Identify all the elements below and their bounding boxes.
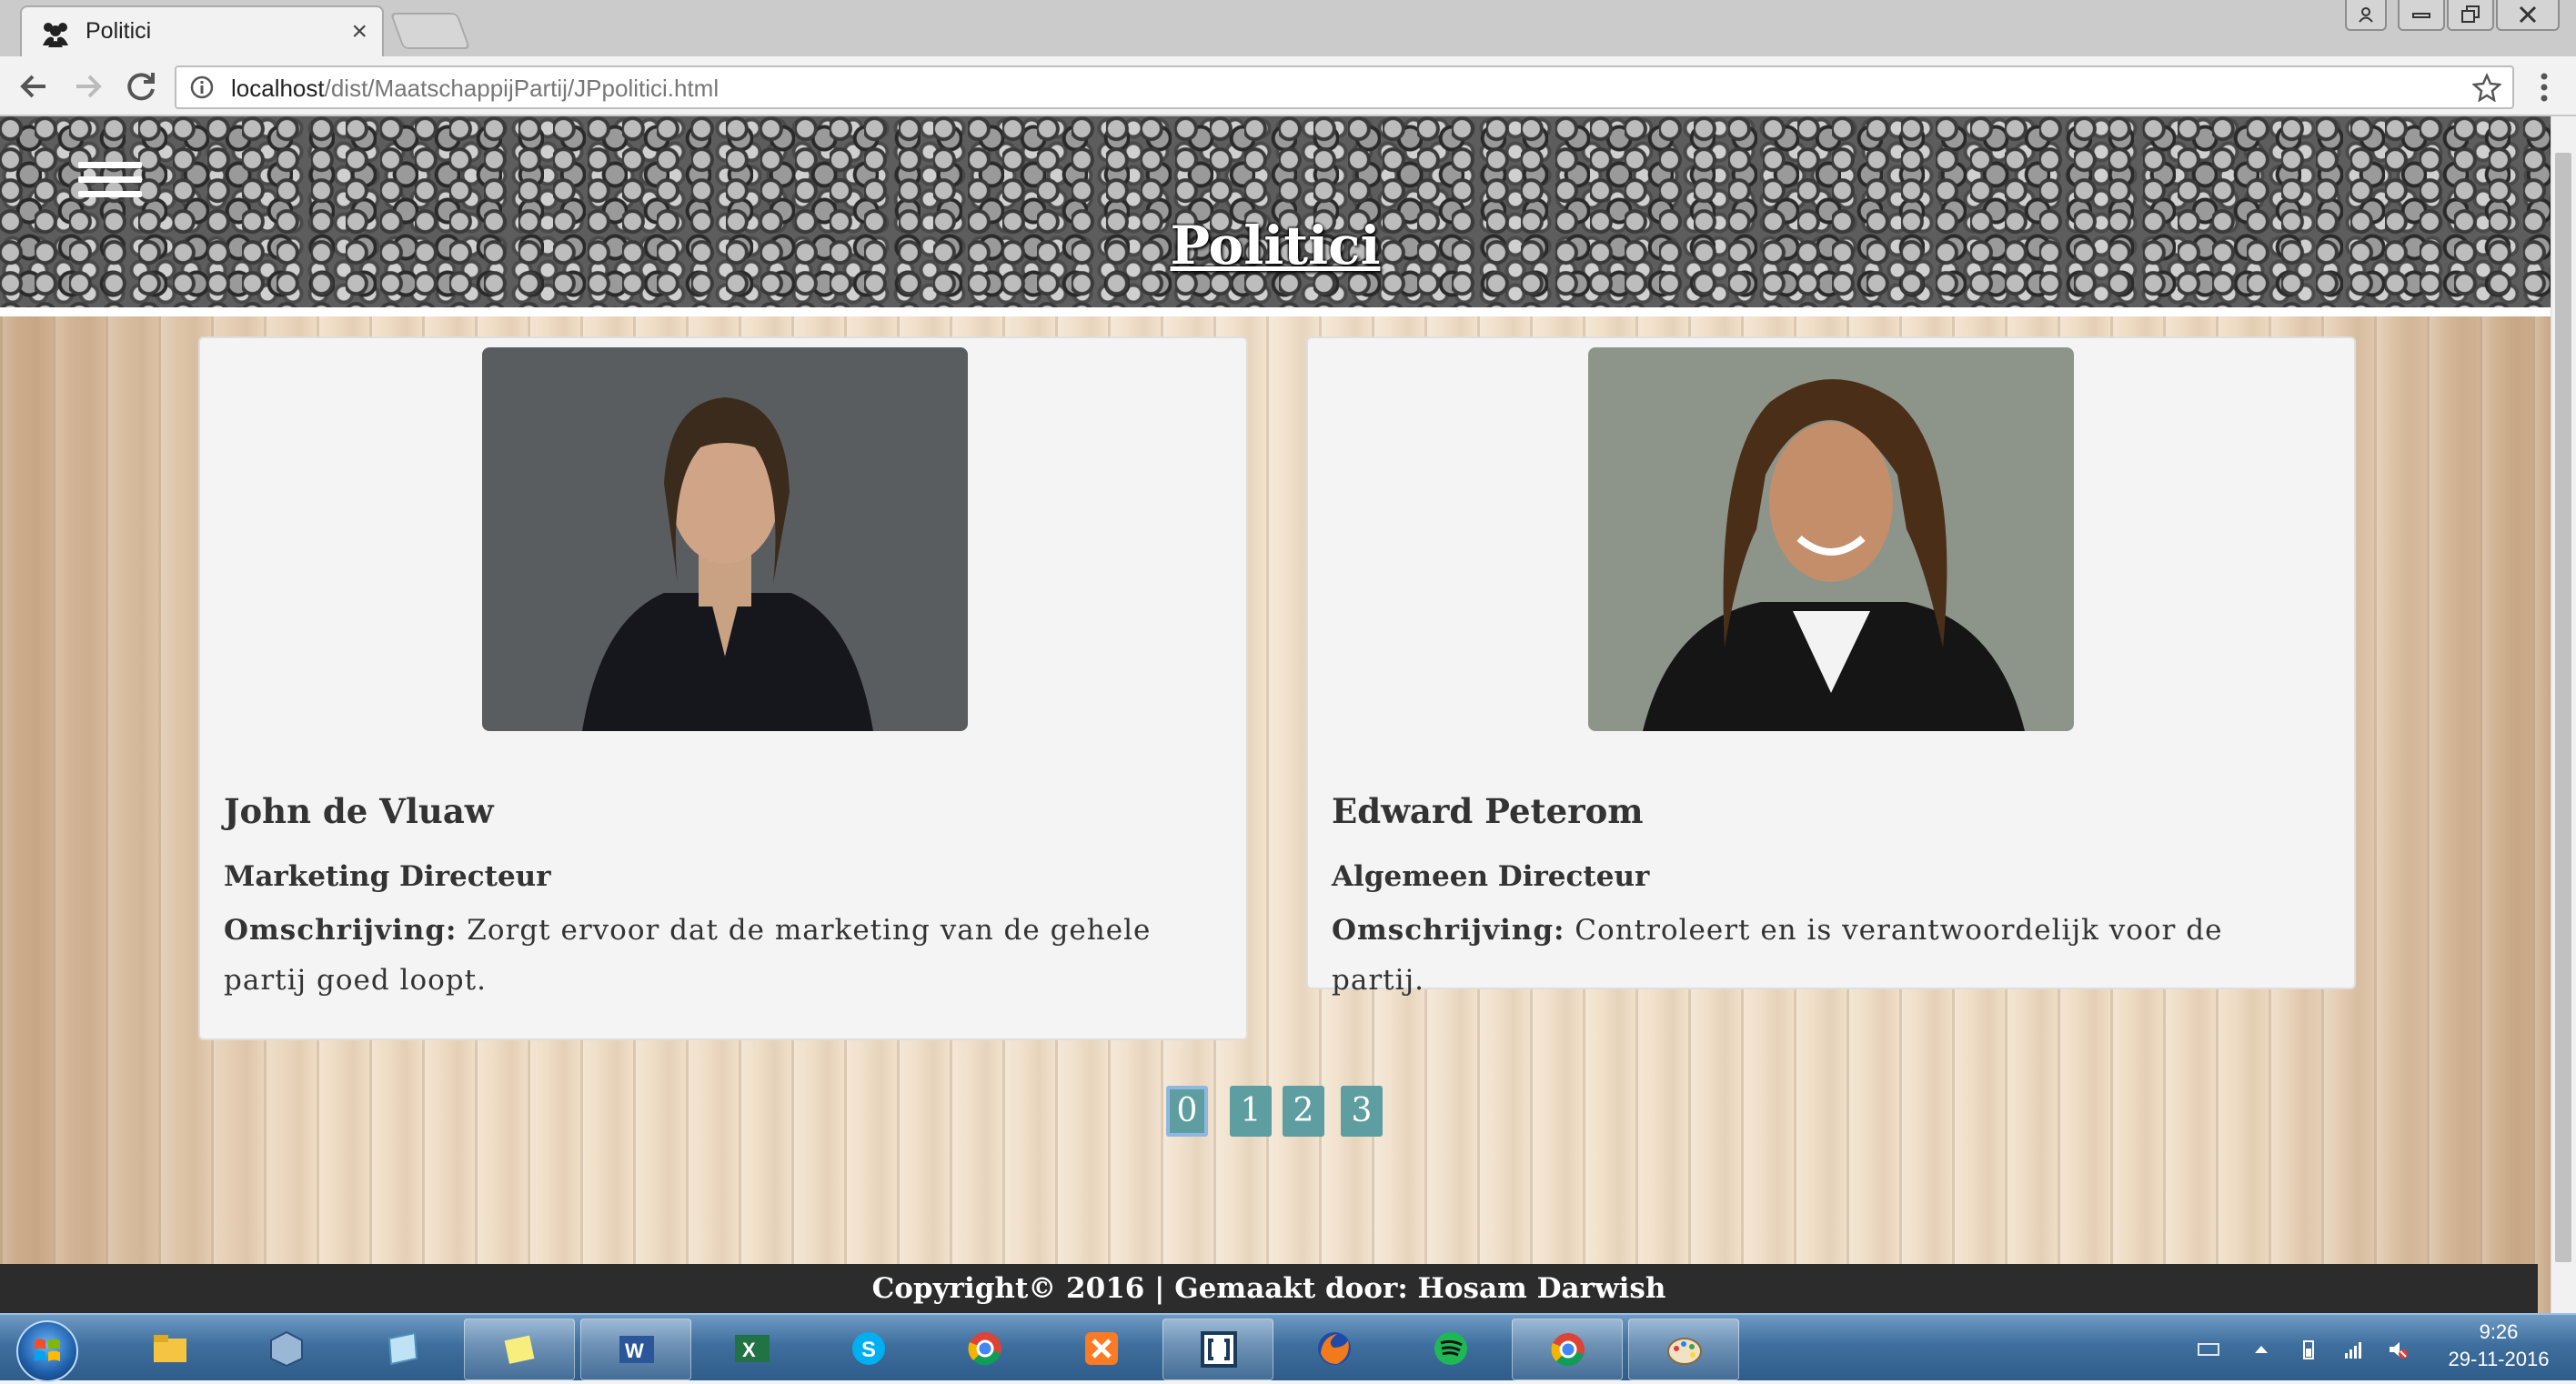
taskbar-word[interactable]: W bbox=[580, 1319, 691, 1380]
back-arrow-icon[interactable] bbox=[15, 67, 53, 105]
page-button-3[interactable]: 3 bbox=[1341, 1086, 1383, 1137]
sticky-notes-icon bbox=[504, 1335, 535, 1364]
forward-arrow-icon[interactable] bbox=[69, 67, 107, 105]
reload-icon[interactable] bbox=[122, 67, 160, 105]
politician-photo bbox=[1588, 347, 2074, 731]
page-footer: Copyright© 2016 | Gemaakt door: Hosam Da… bbox=[0, 1264, 2538, 1313]
show-hidden-icons-icon[interactable] bbox=[2250, 1339, 2272, 1360]
system-clock[interactable]: 9:26 29-11-2016 bbox=[2430, 1319, 2567, 1373]
minimize-icon bbox=[2412, 13, 2430, 18]
profile-button[interactable] bbox=[2345, 0, 2387, 31]
clock-date: 29-11-2016 bbox=[2448, 1348, 2550, 1370]
notepad-icon bbox=[387, 1331, 418, 1366]
browser-tab[interactable]: Politici × bbox=[20, 5, 384, 56]
politician-description: Omschrijving: Controleert en is verantwo… bbox=[1332, 906, 2323, 1006]
politician-name: Edward Peterom bbox=[1332, 791, 1644, 831]
user-icon bbox=[2359, 7, 2373, 23]
close-window-button[interactable] bbox=[2496, 0, 2560, 31]
bookmark-star-icon[interactable] bbox=[2472, 73, 2501, 102]
restore-button[interactable] bbox=[2447, 0, 2494, 31]
hamburger-menu-icon[interactable] bbox=[78, 162, 142, 206]
volume-muted-icon[interactable] bbox=[2387, 1339, 2409, 1360]
description-label: Omschrijving: bbox=[1332, 914, 1565, 947]
taskbar-explorer[interactable] bbox=[115, 1319, 224, 1379]
virtualbox-icon bbox=[270, 1330, 303, 1368]
politician-role: Algemeen Directeur bbox=[1332, 860, 1650, 893]
windows-taskbar: W X S 9:26 29-11-2016 bbox=[0, 1313, 2576, 1382]
description-label: Omschrijving: bbox=[224, 914, 458, 947]
tab-title: Politici bbox=[86, 18, 152, 44]
taskbar-paint[interactable] bbox=[1628, 1319, 1739, 1380]
windows-logo-icon bbox=[35, 1339, 60, 1361]
info-icon[interactable] bbox=[189, 75, 215, 100]
firefox-icon bbox=[1318, 1332, 1351, 1365]
page-viewport: Politici John de Vluaw Marketing Directe… bbox=[0, 116, 2551, 1313]
excel-icon: X bbox=[735, 1335, 770, 1362]
taskbar-firefox[interactable] bbox=[1279, 1319, 1388, 1379]
politician-card: Edward Peterom Algemeen Directeur Omschr… bbox=[1306, 336, 2356, 997]
svg-text:S: S bbox=[861, 1338, 876, 1362]
svg-text:X: X bbox=[742, 1339, 756, 1361]
skype-icon: S bbox=[852, 1332, 885, 1365]
paint-palette-icon bbox=[1667, 1338, 1702, 1365]
browser-tabstrip: Politici × bbox=[0, 0, 2576, 56]
taskbar-skype[interactable]: S bbox=[813, 1319, 922, 1379]
close-icon bbox=[2519, 5, 2537, 24]
politician-role: Marketing Directeur bbox=[224, 860, 551, 893]
taskbar-chrome[interactable] bbox=[930, 1319, 1039, 1379]
battery-icon[interactable] bbox=[2298, 1339, 2319, 1360]
page-button-1[interactable]: 1 bbox=[1230, 1086, 1272, 1137]
tab-close-icon[interactable]: × bbox=[351, 16, 367, 47]
spotify-icon bbox=[1434, 1332, 1467, 1365]
politician-card: John de Vluaw Marketing Directeur Omschr… bbox=[198, 336, 1248, 1040]
url-host: localhost bbox=[231, 75, 325, 102]
restore-icon bbox=[2461, 5, 2480, 23]
word-icon: W bbox=[619, 1336, 654, 1363]
crowd-header-banner: Politici bbox=[0, 116, 2551, 316]
url-text[interactable]: localhost/dist/MaatschappijPartij/JPpoli… bbox=[231, 75, 719, 103]
taskbar-excel[interactable]: X bbox=[697, 1319, 806, 1379]
people-favicon-icon bbox=[43, 23, 68, 47]
taskbar-xampp[interactable] bbox=[1046, 1319, 1155, 1379]
politician-description: Omschrijving: Zorgt ervoor dat de market… bbox=[224, 906, 1215, 1006]
page-scrollbar[interactable] bbox=[2551, 116, 2576, 1313]
chrome-icon bbox=[1551, 1333, 1585, 1367]
taskbar-sticky-notes[interactable] bbox=[464, 1319, 575, 1380]
taskbar-brackets[interactable] bbox=[1162, 1319, 1273, 1380]
page-button-2[interactable]: 2 bbox=[1283, 1086, 1324, 1137]
politician-photo bbox=[482, 347, 968, 731]
politician-name: John de Vluaw bbox=[224, 791, 494, 831]
xampp-icon bbox=[1085, 1332, 1118, 1365]
folder-icon bbox=[154, 1335, 186, 1362]
browser-toolbar: localhost/dist/MaatschappijPartij/JPpoli… bbox=[0, 56, 2576, 116]
network-signal-icon[interactable] bbox=[2343, 1339, 2365, 1360]
taskbar-virtualbox[interactable] bbox=[231, 1319, 340, 1379]
clock-time: 9:26 bbox=[2479, 1320, 2519, 1343]
svg-text:W: W bbox=[625, 1339, 644, 1362]
new-tab-button[interactable] bbox=[389, 13, 471, 49]
taskbar-spotify[interactable] bbox=[1395, 1319, 1504, 1379]
taskbar-chrome-active[interactable] bbox=[1512, 1319, 1623, 1380]
scrollbar-thumb[interactable] bbox=[2555, 153, 2571, 1262]
chrome-icon bbox=[968, 1332, 1001, 1366]
page-title: Politici bbox=[1170, 215, 1381, 276]
address-bar[interactable]: localhost/dist/MaatschappijPartij/JPpoli… bbox=[175, 65, 2514, 109]
keyboard-icon[interactable] bbox=[2198, 1339, 2219, 1360]
page-button-0[interactable]: 0 bbox=[1166, 1086, 1208, 1137]
minimize-button[interactable] bbox=[2398, 0, 2445, 31]
start-button[interactable] bbox=[16, 1320, 78, 1382]
url-path: /dist/MaatschappijPartij/JPpolitici.html bbox=[324, 75, 719, 102]
browser-menu-icon[interactable] bbox=[2538, 71, 2551, 104]
taskbar-notepad[interactable] bbox=[347, 1319, 457, 1379]
brackets-icon bbox=[1201, 1331, 1237, 1368]
